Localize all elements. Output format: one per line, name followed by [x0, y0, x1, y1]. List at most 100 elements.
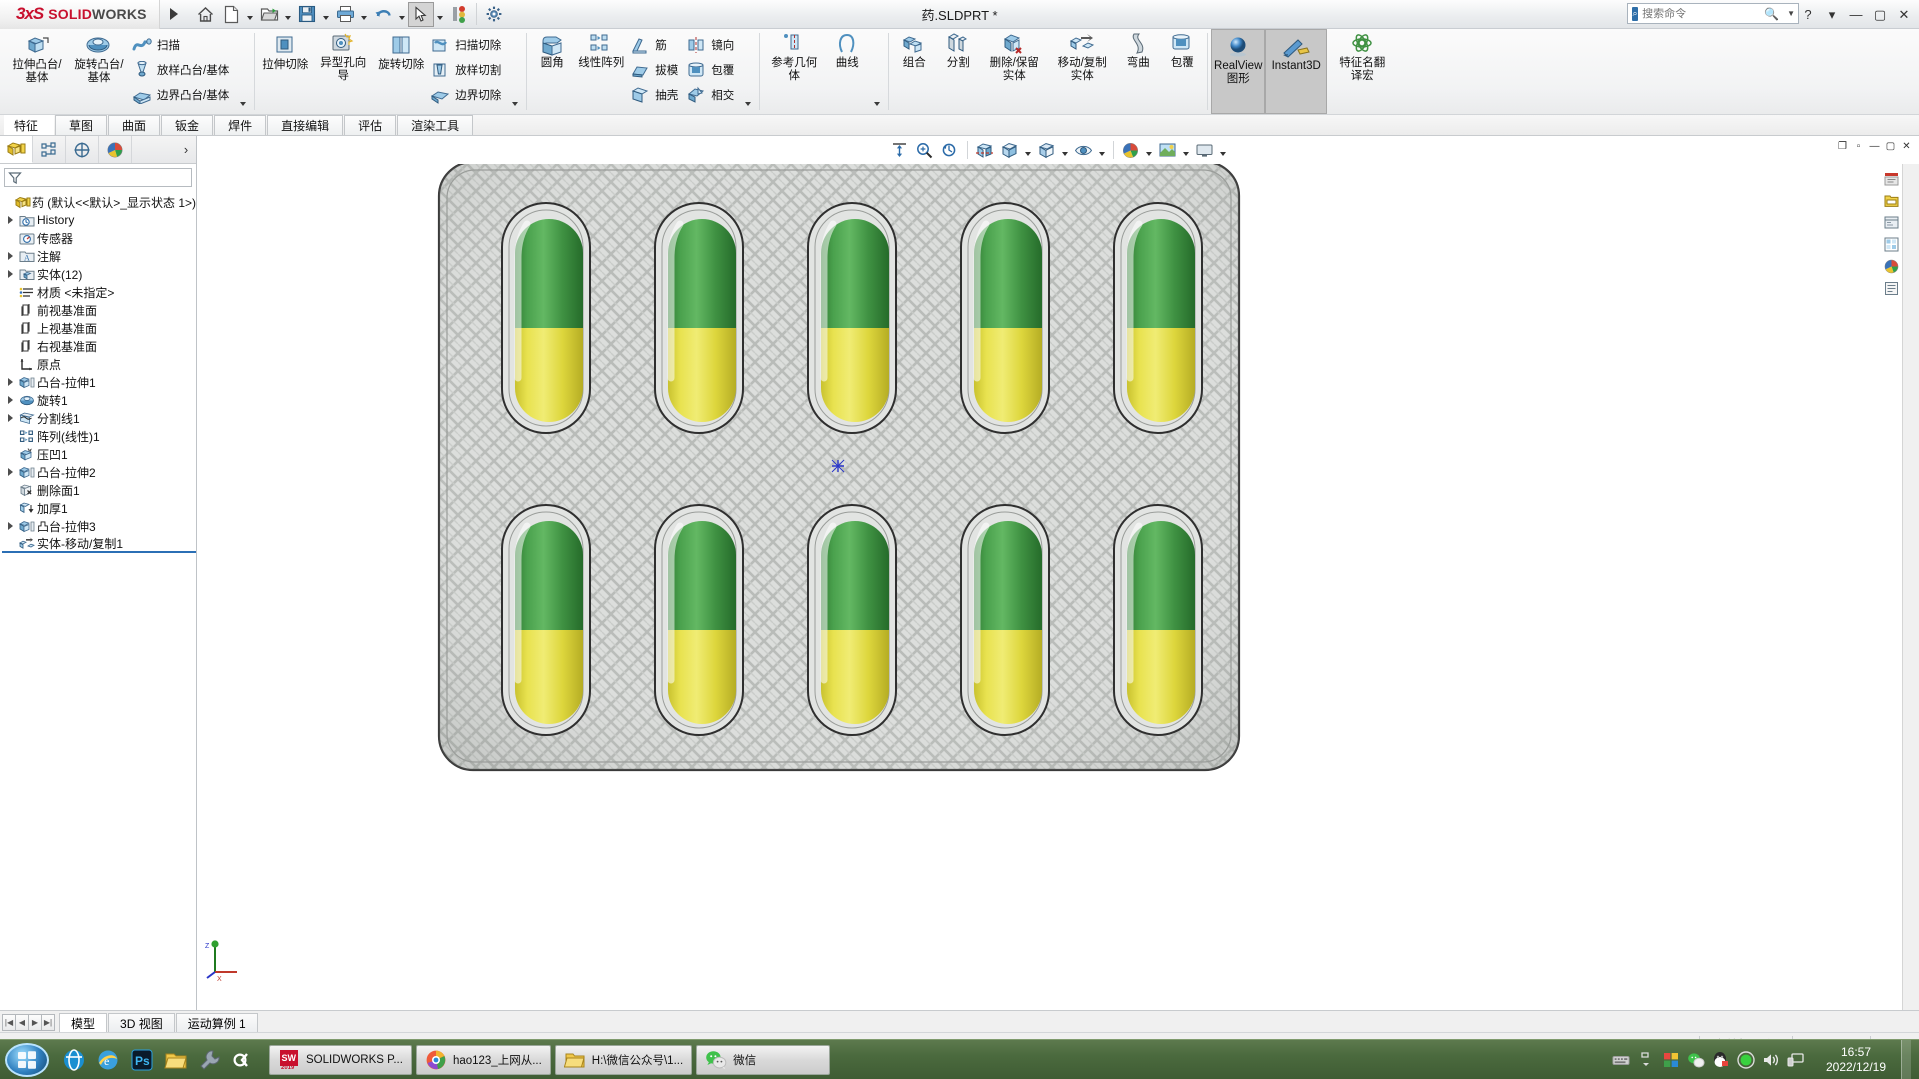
flex-button[interactable]: 弯曲 — [1116, 29, 1160, 114]
hole-wizard-button[interactable]: 异型孔向导 — [312, 29, 374, 114]
sweep-cut-button[interactable]: 扫描切除 — [428, 32, 507, 57]
search-input[interactable] — [1642, 7, 1761, 20]
graphics-area[interactable]: Z X — [197, 164, 1919, 1010]
options-gear-icon[interactable] — [481, 2, 507, 27]
network-icon[interactable] — [1787, 1051, 1805, 1069]
loft-cut-button[interactable]: 放样切割 — [428, 57, 507, 82]
twist-icon[interactable] — [4, 211, 17, 229]
new-document-dropdown-icon[interactable] — [244, 2, 256, 27]
open-dropdown-icon[interactable] — [282, 2, 294, 27]
close-doc-icon[interactable]: ✕ — [1900, 140, 1913, 153]
tree-item-front-plane[interactable]: 前视基准面 — [2, 301, 196, 319]
twist-icon[interactable] — [4, 247, 17, 265]
linear-pattern-button[interactable]: 线性阵列 — [574, 29, 628, 114]
search-commands-box[interactable]: ⌕ 🔍 ▼ — [1627, 3, 1799, 24]
view-orientation-icon[interactable] — [998, 138, 1022, 162]
extrude-boss-button[interactable]: 拉伸凸台/基体 — [6, 29, 68, 114]
ie-icon[interactable]: e — [93, 1045, 123, 1075]
photoshop-icon[interactable]: Ps — [127, 1045, 157, 1075]
sweep-button[interactable]: 扫描 — [130, 32, 235, 57]
draft-button[interactable]: 拔模 — [628, 57, 684, 82]
apply-scene-dropdown-icon[interactable] — [1181, 138, 1192, 162]
curves-button[interactable]: 曲线 — [825, 29, 869, 114]
design-library-icon[interactable] — [1881, 190, 1901, 210]
twist-icon[interactable] — [4, 391, 17, 409]
twist-icon[interactable] — [4, 373, 17, 391]
keyboard-icon[interactable] — [1612, 1051, 1630, 1069]
tree-item-right-plane[interactable]: 右视基准面 — [2, 337, 196, 355]
show-hidden-icons-icon[interactable] — [1637, 1051, 1655, 1069]
undo-icon[interactable] — [370, 2, 396, 27]
select-dropdown-icon[interactable] — [434, 2, 446, 27]
hide-show-dropdown-icon[interactable] — [1097, 138, 1108, 162]
configuration-manager-tab[interactable] — [66, 136, 99, 163]
tree-item-indent-1[interactable]: 压凹1 — [2, 445, 196, 463]
reference-overflow[interactable] — [869, 29, 885, 114]
taskbar-clock[interactable]: 16:57 2022/12/19 — [1818, 1045, 1894, 1075]
tree-item-annotations[interactable]: A 注解 — [2, 247, 196, 265]
print-icon[interactable] — [332, 2, 358, 27]
minimize-icon[interactable]: — — [1845, 4, 1867, 26]
tree-item-top-plane[interactable]: 上视基准面 — [2, 319, 196, 337]
extrude-cut-button[interactable]: 拉伸切除 — [258, 29, 312, 114]
twist-icon[interactable] — [4, 517, 17, 535]
tree-item-boss-extrude-3[interactable]: 凸台-拉伸3 — [2, 517, 196, 535]
prev-tab-icon[interactable]: ◀ — [15, 1013, 29, 1031]
green-circle-icon[interactable] — [1737, 1051, 1755, 1069]
property-manager-tab[interactable] — [33, 136, 66, 163]
home-icon[interactable] — [192, 2, 218, 27]
tree-item-linear-pattern-1[interactable]: 阵列(线性)1 — [2, 427, 196, 445]
taskbar-item-folder[interactable]: H:\微信公众号\1... — [554, 1044, 693, 1075]
rebuild-icon[interactable] — [446, 2, 472, 27]
twist-icon[interactable] — [4, 409, 17, 427]
start-button[interactable] — [5, 1042, 49, 1077]
tree-item-solid-bodies[interactable]: 实体(12) — [2, 265, 196, 283]
save-dropdown-icon[interactable] — [320, 2, 332, 27]
tab-evaluate[interactable]: 评估 — [344, 115, 397, 135]
close-icon[interactable]: ✕ — [1893, 4, 1915, 26]
tree-item-body-move-copy-1[interactable]: 实体-移动/复制1 — [2, 535, 196, 553]
blister-pack-model[interactable] — [197, 164, 1919, 1010]
restore-window-icon[interactable]: ❐ — [1836, 140, 1849, 153]
save-icon[interactable] — [294, 2, 320, 27]
next-tab-icon[interactable]: ▶ — [28, 1013, 42, 1031]
tree-item-split-line-1[interactable]: 分割线1 — [2, 409, 196, 427]
color-squares-icon[interactable] — [1662, 1051, 1680, 1069]
mirror-button[interactable]: 镜向 — [684, 32, 740, 57]
help-icon[interactable]: ? — [1797, 4, 1819, 26]
display-style-dropdown-icon[interactable] — [1060, 138, 1071, 162]
tree-item-thicken-1[interactable]: 加厚1 — [2, 499, 196, 517]
tree-item-sensors[interactable]: 传感器 — [2, 229, 196, 247]
tree-item-boss-extrude-2[interactable]: 凸台-拉伸2 — [2, 463, 196, 481]
taskbar-item-wechat[interactable]: 微信 — [696, 1044, 831, 1075]
view-palette-icon[interactable] — [1881, 234, 1901, 254]
instant3d-toggle[interactable]: Instant3D — [1265, 29, 1328, 114]
minimize-doc-icon[interactable]: — — [1868, 140, 1881, 153]
boundary-cut-button[interactable]: 边界切除 — [428, 82, 507, 107]
tab-render-tools[interactable]: 渲染工具 — [397, 115, 474, 135]
tree-item-part-root[interactable]: 药 (默认<<默认>_显示状态 1>) — [2, 193, 196, 211]
tab-sheetmetal[interactable]: 钣金 — [161, 115, 214, 135]
zoom-to-area-icon[interactable] — [913, 138, 937, 162]
display-manager-tab[interactable] — [99, 136, 132, 163]
tab-surfaces[interactable]: 曲面 — [108, 115, 161, 135]
realview-graphics-toggle[interactable]: RealView 图形 — [1211, 29, 1266, 114]
doc-tab-3dviews[interactable]: 3D 视图 — [108, 1013, 175, 1032]
tab-features[interactable]: 特征 — [4, 115, 55, 135]
tool-icon[interactable] — [195, 1045, 225, 1075]
boundary-boss-button[interactable]: 边界凸台/基体 — [130, 82, 235, 107]
features-overflow[interactable] — [740, 29, 756, 114]
tree-item-history[interactable]: History — [2, 211, 196, 229]
browser-icon[interactable] — [59, 1045, 89, 1075]
print-dropdown-icon[interactable] — [358, 2, 370, 27]
wrap-button[interactable]: 包覆 — [684, 57, 740, 82]
panel-expand-icon[interactable]: › — [176, 136, 196, 163]
fillet-button[interactable]: 圆角 — [530, 29, 574, 114]
reference-geometry-button[interactable]: 参考几何体 — [763, 29, 825, 114]
shell-button[interactable]: 抽壳 — [628, 82, 684, 107]
file-explorer-icon[interactable] — [1881, 212, 1901, 232]
tab-weldments[interactable]: 焊件 — [214, 115, 267, 135]
rib-button[interactable]: 筋 — [628, 32, 684, 57]
last-tab-icon[interactable]: ▶| — [41, 1013, 55, 1031]
delete-keep-body-button[interactable]: 删除/保留实体 — [980, 29, 1048, 114]
